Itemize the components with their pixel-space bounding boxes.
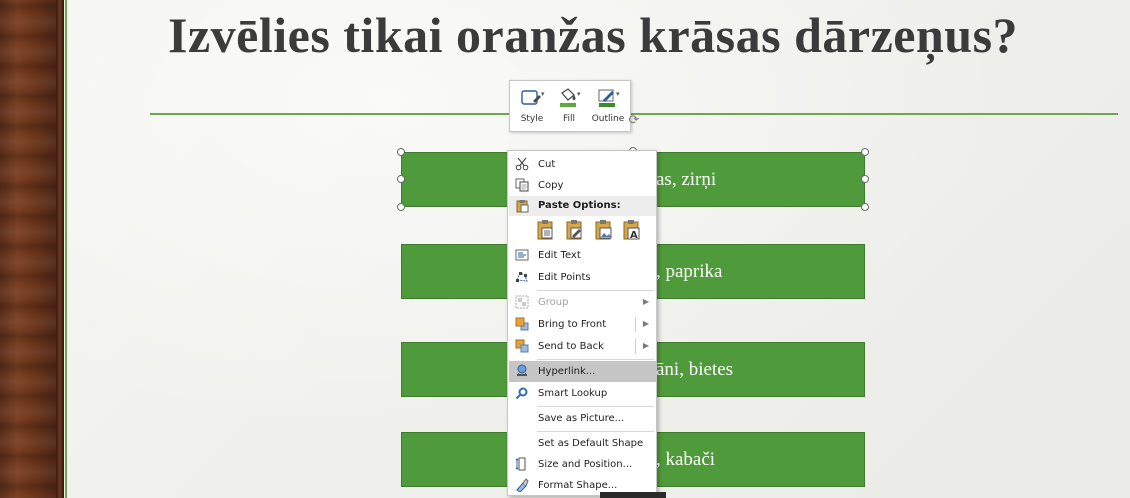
fill-button[interactable]: ▾ Fill <box>551 85 587 129</box>
rotate-handle-icon[interactable]: ⟳ <box>626 113 642 129</box>
menu-item-edit-points[interactable]: Edit Points <box>509 267 656 288</box>
resize-handle-middle-right[interactable] <box>861 175 869 183</box>
resize-handle-top-left[interactable] <box>397 148 405 156</box>
menu-item-cut[interactable]: Cut <box>509 154 656 175</box>
format-shape-icon <box>515 478 529 493</box>
split-divider <box>635 339 636 354</box>
menu-item-smart-lookup-label: Smart Lookup <box>538 388 608 399</box>
svg-text:A: A <box>630 230 638 241</box>
resize-handle-bottom-left[interactable] <box>397 203 405 211</box>
menu-item-send-to-back[interactable]: Send to Back ▶ <box>509 336 656 357</box>
menu-separator <box>537 359 654 360</box>
split-divider <box>635 317 636 332</box>
answer-shape-2-text: , paprika <box>656 260 723 282</box>
fill-button-label: Fill <box>562 114 576 124</box>
resize-handle-bottom-right[interactable] <box>861 203 869 211</box>
menu-item-smart-lookup[interactable]: Smart Lookup <box>509 383 656 404</box>
answer-shape-1-text: as, zirņi <box>656 168 717 190</box>
menu-item-edit-text[interactable]: Edit Text <box>509 245 656 266</box>
paste-options-label: Paste Options: <box>538 200 621 211</box>
copy-icon <box>515 178 529 192</box>
paste-options-header: Paste Options: <box>509 196 656 216</box>
bring-to-front-icon <box>515 317 529 331</box>
menu-item-send-to-back-label: Send to Back <box>538 341 604 352</box>
menu-item-size-and-position-label: Size and Position... <box>538 459 633 470</box>
menu-separator <box>537 290 654 291</box>
wood-border-edge <box>56 0 64 498</box>
pen-outline-icon: ▾ <box>598 89 620 107</box>
edit-points-icon <box>515 270 529 284</box>
send-to-back-icon <box>515 339 529 353</box>
style-button-label: Style <box>520 114 544 124</box>
svg-text:▾: ▾ <box>577 90 581 98</box>
svg-text:▾: ▾ <box>541 90 545 98</box>
wood-border <box>0 0 56 498</box>
menu-item-size-and-position[interactable]: Size and Position... <box>509 454 656 475</box>
resize-handle-middle-left[interactable] <box>397 175 405 183</box>
menu-item-bring-to-front-label: Bring to Front <box>538 319 607 330</box>
smart-lookup-icon <box>515 386 529 400</box>
menu-item-set-default-shape-label: Set as Default Shape <box>538 438 644 449</box>
size-position-icon <box>515 457 529 471</box>
menu-item-group: Group ▶ <box>509 292 656 313</box>
answer-shape-4-text: , kabači <box>656 448 716 470</box>
menu-item-cut-label: Cut <box>538 159 556 170</box>
menu-item-set-default-shape[interactable]: Set as Default Shape <box>509 433 656 454</box>
svg-text:▾: ▾ <box>616 90 620 98</box>
group-icon <box>515 295 529 309</box>
shape-style-icon: ▾ <box>521 90 545 105</box>
menu-item-group-label: Group <box>538 297 569 308</box>
style-button[interactable]: ▾ Style <box>514 85 550 129</box>
answer-shape-3-text: āni, bietes <box>656 358 734 380</box>
menu-item-copy[interactable]: Copy <box>509 175 656 196</box>
menu-separator <box>537 406 654 407</box>
paste-keep-source-formatting-icon[interactable] <box>536 219 556 241</box>
tooltip <box>600 492 666 498</box>
menu-item-edit-text-label: Edit Text <box>538 250 581 261</box>
menu-item-edit-points-label: Edit Points <box>538 272 591 283</box>
clipboard-icon <box>515 199 529 216</box>
hyperlink-icon <box>515 364 529 378</box>
submenu-arrow-icon[interactable]: ▶ <box>643 319 649 328</box>
submenu-arrow-icon: ▶ <box>642 297 649 306</box>
submenu-arrow-icon[interactable]: ▶ <box>643 341 649 350</box>
paste-keep-text-only-icon[interactable]: A <box>622 219 642 241</box>
menu-item-save-as-picture-label: Save as Picture... <box>538 413 625 424</box>
menu-item-hyperlink[interactable]: Hyperlink... <box>509 361 656 382</box>
context-menu: Cut Copy Paste Options: A Edit Text Edit… <box>507 150 657 496</box>
menu-separator <box>537 431 654 432</box>
resize-handle-top-right[interactable] <box>861 148 869 156</box>
paste-use-destination-theme-icon[interactable] <box>565 219 585 241</box>
menu-item-hyperlink-label: Hyperlink... <box>538 366 596 377</box>
menu-item-bring-to-front[interactable]: Bring to Front ▶ <box>509 314 656 335</box>
outline-button-label: Outline <box>591 114 625 124</box>
menu-item-format-shape-label: Format Shape... <box>538 480 618 491</box>
slide-title[interactable]: Izvēlies tikai oranžas krāsas dārzeņus? <box>168 6 1128 64</box>
mini-toolbar: ▾ Style ▾ Fill ▾ Outline <box>509 80 631 132</box>
outline-button[interactable]: ▾ Outline <box>590 85 626 129</box>
paste-as-picture-icon[interactable] <box>594 219 614 241</box>
menu-item-save-as-picture[interactable]: Save as Picture... <box>509 408 656 429</box>
paint-bucket-icon: ▾ <box>560 88 581 107</box>
edit-text-icon <box>515 248 529 262</box>
menu-item-copy-label: Copy <box>538 180 564 191</box>
scissors-icon <box>515 157 529 171</box>
